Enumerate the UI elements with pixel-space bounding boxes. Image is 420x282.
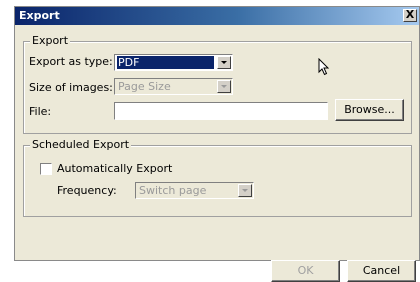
image-size-value: Page Size [118,80,171,93]
image-size-label: Size of images: [29,81,113,94]
auto-export-checkbox[interactable] [40,163,52,175]
title-bar[interactable]: Export X [15,7,419,25]
export-type-select[interactable]: PDF [114,54,233,71]
file-label: File: [29,105,52,118]
chevron-down-icon[interactable] [217,56,231,69]
ok-button[interactable]: OK [271,260,340,282]
frequency-label: Frequency: [57,184,117,197]
chevron-down-icon[interactable] [238,184,252,197]
frequency-value: Switch page [139,184,207,197]
browse-button[interactable]: Browse... [335,99,404,121]
file-path-input[interactable] [114,102,328,120]
export-type-label: Export as type: [29,55,113,68]
frequency-select[interactable]: Switch page [135,182,254,199]
export-dialog: Export X Export Export as type: PDF Size… [14,6,420,282]
cancel-button[interactable]: Cancel [347,260,416,282]
export-type-value: PDF [117,56,214,69]
auto-export-label[interactable]: Automatically Export [57,162,172,176]
dialog-title: Export [19,9,60,22]
chevron-down-icon[interactable] [217,80,231,93]
close-button[interactable]: X [403,9,417,22]
mouse-pointer-icon [318,58,330,76]
export-group-legend: Export [30,34,71,48]
image-size-select[interactable]: Page Size [114,78,233,95]
scheduled-group-legend: Scheduled Export [30,138,132,152]
scheduled-export-group: Scheduled Export [23,138,412,217]
